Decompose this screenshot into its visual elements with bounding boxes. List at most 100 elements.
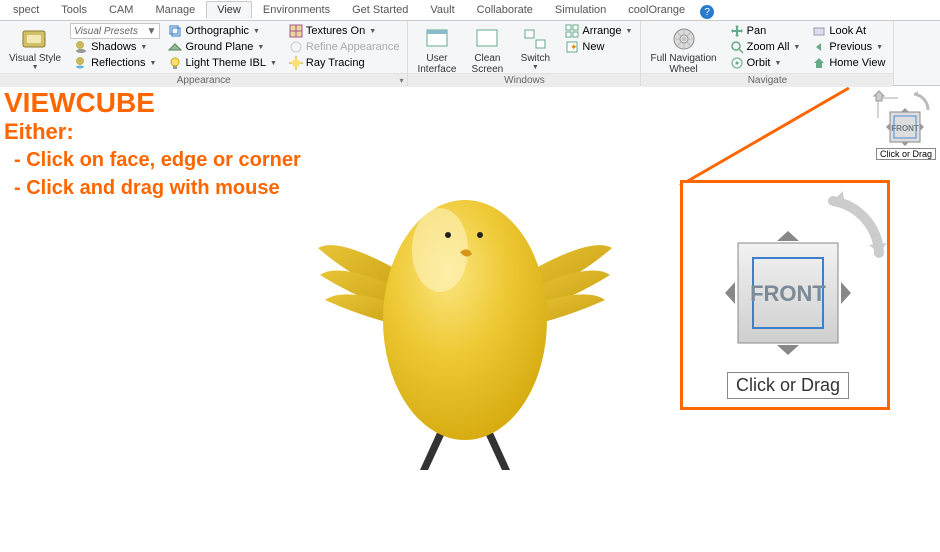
svg-text:✦: ✦ [570,42,578,52]
home-icon [812,56,826,70]
orbit-label: Orbit [747,57,771,69]
lightbulb-icon [168,56,182,70]
pan-label: Pan [747,25,767,37]
chevron-down-icon: ▼ [876,44,883,51]
visual-presets-combo[interactable]: Visual Presets ▼ [70,23,160,39]
switch-button[interactable]: Switch ▼ [513,23,557,74]
expand-icon[interactable]: ▾ [399,74,403,88]
look-at-button[interactable]: Look At [808,23,889,39]
panel-windows: User Interface Clean Screen Switch ▼ Arr… [408,21,641,85]
clean-screen-button[interactable]: Clean Screen [465,23,509,78]
bird-eye-right [477,232,483,238]
panel-navigate-label: Navigate [748,75,787,86]
annotation-title: VIEWCUBE [4,88,301,118]
tab-manage[interactable]: Manage [144,1,206,19]
viewcube-up-arrow [777,231,799,241]
orthographic-label: Orthographic [185,25,249,37]
tab-tools[interactable]: Tools [50,1,98,19]
chevron-down-icon: ▼ [147,26,157,37]
reflections-button[interactable]: Reflections ▼ [70,55,160,71]
arrange-icon [565,24,579,38]
new-window-label: New [582,41,604,53]
callout-line [679,87,849,187]
panel-appearance: Visual Style ▼ Visual Presets ▼ Shadows … [0,21,408,85]
chevron-down-icon: ▼ [140,44,147,51]
chevron-down-icon: ▼ [793,44,800,51]
shadows-icon [74,40,88,54]
new-window-button[interactable]: ✦ New [561,39,636,55]
light-theme-button[interactable]: Light Theme IBL ▼ [164,55,280,71]
switch-label: Switch [521,53,550,64]
user-interface-icon [423,26,451,52]
textures-on-button[interactable]: Textures On ▼ [285,23,404,39]
clean-screen-label: Clean Screen [472,53,504,75]
viewcube-zoom-callout: FRONT Click or Drag [680,180,890,410]
shadows-button[interactable]: Shadows ▼ [70,39,160,55]
viewcube-small[interactable]: FRONT Click or Drag [870,88,936,158]
bird-eye-left [445,232,451,238]
ray-tracing-label: Ray Tracing [306,57,365,69]
viewcube-left-arrow [725,282,735,304]
nav-wheel-button[interactable]: Full Navigation Wheel [645,23,721,78]
home-view-label: Home View [829,57,885,69]
nav-wheel-icon [670,26,698,52]
panel-appearance-label: Appearance [177,75,231,86]
tab-cam[interactable]: CAM [98,1,144,19]
previous-icon [812,40,826,54]
arrange-button[interactable]: Arrange ▼ [561,23,636,39]
viewcube-right-arrow [841,282,851,304]
tab-coolorange[interactable]: coolOrange [617,1,696,19]
chevron-down-icon: ▼ [32,64,39,71]
pan-button[interactable]: Pan [726,23,805,39]
look-at-icon [812,24,826,38]
chevron-down-icon: ▼ [369,28,376,35]
clean-screen-icon [473,26,501,52]
tab-view[interactable]: View [206,1,252,19]
orbit-icon [730,56,744,70]
zoom-all-button[interactable]: Zoom All ▼ [726,39,805,55]
visual-presets-placeholder: Visual Presets [74,26,138,37]
orthographic-button[interactable]: Orthographic ▼ [164,23,280,39]
help-icon[interactable]: ? [700,5,714,19]
tab-spect[interactable]: spect [2,1,50,19]
panel-navigate-title: Navigate [641,73,893,87]
panel-navigate: Full Navigation Wheel Pan Zoom All ▼ Orb… [641,21,894,85]
tab-environments[interactable]: Environments [252,1,341,19]
ray-tracing-button[interactable]: Ray Tracing [285,55,404,71]
viewcube-face: FRONT [891,124,919,133]
ribbon-body: Visual Style ▼ Visual Presets ▼ Shadows … [0,20,940,86]
panel-windows-label: Windows [504,75,545,86]
nav-wheel-label: Full Navigation Wheel [650,53,716,75]
visual-style-icon [21,26,49,52]
annotation-line2: - Click and drag with mouse [4,174,301,202]
reflections-label: Reflections [91,57,145,69]
visual-style-label: Visual Style [9,53,61,64]
ray-tracing-icon [289,56,303,70]
home-view-button[interactable]: Home View [808,55,889,71]
viewcube-down-arrow [777,345,799,355]
visual-style-button[interactable]: Visual Style ▼ [4,23,66,74]
ribbon-tabs: spect Tools CAM Manage View Environments… [0,0,940,20]
orthographic-icon [168,24,182,38]
panel-appearance-title: Appearance ▾ [0,73,407,87]
zoom-all-label: Zoom All [747,41,790,53]
model-viewport[interactable] [300,160,630,490]
textures-on-label: Textures On [306,25,365,37]
viewcube-tooltip-small: Click or Drag [876,148,936,160]
textures-icon [289,24,303,38]
tab-simulation[interactable]: Simulation [544,1,617,19]
tab-get-started[interactable]: Get Started [341,1,419,19]
previous-button[interactable]: Previous ▼ [808,39,889,55]
shadows-label: Shadows [91,41,136,53]
user-interface-button[interactable]: User Interface [412,23,461,78]
ground-plane-icon [168,40,182,54]
chevron-down-icon: ▼ [532,64,539,71]
ground-plane-button[interactable]: Ground Plane ▼ [164,39,280,55]
switch-icon [521,26,549,52]
annotation-either: Either: [4,118,301,146]
viewcube-tooltip: Click or Drag [727,372,849,399]
pan-icon [730,24,744,38]
orbit-button[interactable]: Orbit ▼ [726,55,805,71]
tab-vault[interactable]: Vault [419,1,465,19]
tab-collaborate[interactable]: Collaborate [466,1,544,19]
